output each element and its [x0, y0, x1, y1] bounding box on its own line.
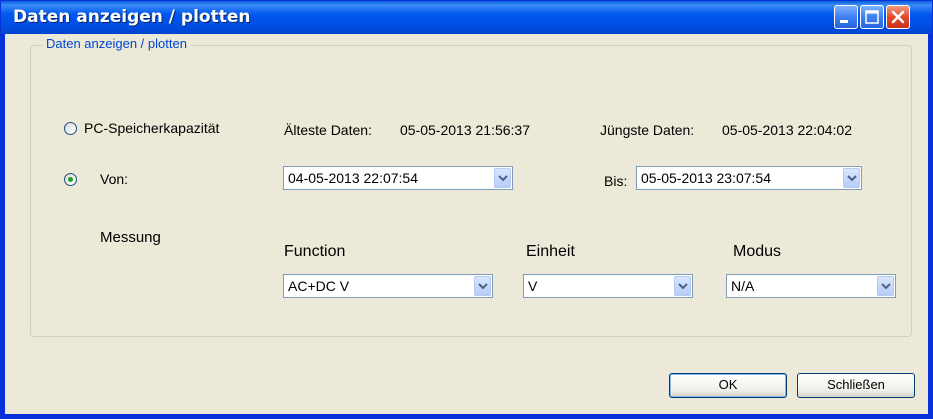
from-datetime-select[interactable]: 04-05-2013 22:07:54	[283, 166, 513, 190]
function-dropdown-button[interactable]	[474, 276, 491, 296]
minimize-icon	[840, 20, 848, 23]
ok-button[interactable]: OK	[669, 373, 787, 398]
pc-storage-label[interactable]: PC-Speicherkapazität	[84, 120, 219, 136]
maximize-icon	[865, 10, 879, 24]
radio-selected-dot	[68, 177, 73, 182]
maximize-button[interactable]	[860, 5, 884, 29]
newest-data-value: 05-05-2013 22:04:02	[722, 122, 852, 138]
function-select[interactable]: AC+DC V	[283, 274, 493, 298]
window-title: Daten anzeigen / plotten	[13, 7, 251, 27]
from-label[interactable]: Von:	[100, 171, 128, 187]
chevron-down-icon	[847, 175, 857, 182]
function-label: Function	[284, 243, 346, 260]
chevron-down-icon	[498, 175, 508, 182]
mode-label: Modus	[733, 243, 782, 260]
title-bar[interactable]: Daten anzeigen / plotten	[1, 1, 932, 34]
to-label: Bis:	[604, 173, 628, 189]
radio-pc-storage[interactable]	[64, 122, 77, 135]
mode-value: N/A	[731, 278, 755, 294]
chevron-down-icon	[478, 283, 488, 290]
from-dropdown-button[interactable]	[494, 168, 511, 188]
oldest-data-label: Älteste Daten:	[284, 122, 372, 138]
group-legend: Daten anzeigen / plotten	[42, 36, 191, 51]
to-datetime-select[interactable]: 05-05-2013 23:07:54	[636, 166, 862, 190]
unit-label: Einheit	[526, 243, 575, 260]
chevron-down-icon	[881, 283, 891, 290]
radio-from[interactable]	[64, 173, 77, 186]
unit-value: V	[528, 278, 538, 294]
unit-dropdown-button[interactable]	[674, 276, 691, 296]
minimize-button[interactable]	[834, 5, 858, 29]
mode-select[interactable]: N/A	[726, 274, 896, 298]
to-datetime-value: 05-05-2013 23:07:54	[641, 170, 771, 186]
measurement-label: Messung	[100, 229, 161, 246]
close-window-button[interactable]	[886, 5, 910, 29]
chevron-down-icon	[678, 283, 688, 290]
from-datetime-value: 04-05-2013 22:07:54	[288, 170, 418, 186]
close-button[interactable]: Schließen	[797, 373, 915, 398]
oldest-data-value: 05-05-2013 21:56:37	[400, 122, 530, 138]
mode-dropdown-button[interactable]	[877, 276, 894, 296]
unit-select[interactable]: V	[523, 274, 693, 298]
newest-data-label: Jüngste Daten:	[600, 122, 695, 138]
function-value: AC+DC V	[288, 278, 350, 294]
close-icon	[891, 10, 905, 24]
to-dropdown-button[interactable]	[843, 168, 860, 188]
